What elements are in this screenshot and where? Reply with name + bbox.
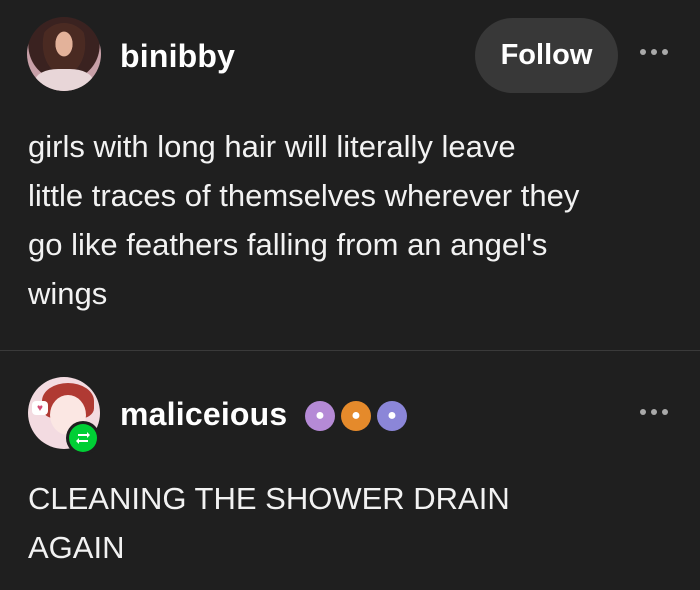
dot bbox=[662, 409, 668, 415]
post-text-line: girls with long hair will literally leav… bbox=[28, 129, 516, 164]
dot bbox=[651, 409, 657, 415]
post-body: girls with long hair will literally leav… bbox=[28, 122, 678, 318]
post-text-line: go like feathers falling from an angel's bbox=[28, 227, 548, 262]
username-binibby[interactable]: binibby bbox=[120, 38, 235, 75]
dot bbox=[640, 409, 646, 415]
post-text-line: little traces of themselves wherever the… bbox=[28, 178, 580, 213]
reblog-badge bbox=[66, 421, 100, 455]
follow-button[interactable]: Follow bbox=[475, 18, 618, 93]
post-text-line: CLEANING THE SHOWER DRAIN bbox=[28, 481, 510, 516]
user-badges: ● ● ● bbox=[305, 401, 407, 431]
paw-badge-icon[interactable]: ● bbox=[377, 401, 407, 431]
dot bbox=[640, 49, 646, 55]
username-maliceious[interactable]: maliceious bbox=[120, 396, 287, 433]
reblog-icon bbox=[69, 424, 97, 452]
post-body: CLEANING THE SHOWER DRAIN AGAIN bbox=[28, 474, 678, 572]
post-text-line: wings bbox=[28, 276, 108, 311]
dot bbox=[651, 49, 657, 55]
more-options-icon[interactable] bbox=[640, 46, 668, 58]
heart-icon: ♥ bbox=[32, 401, 48, 415]
paw-badge-icon[interactable]: ● bbox=[305, 401, 335, 431]
avatar-shirt bbox=[35, 69, 93, 91]
paw-badge-icon[interactable]: ● bbox=[341, 401, 371, 431]
more-options-icon[interactable] bbox=[640, 406, 668, 418]
post-maliceious: ♥ maliceious ● ● ● CLEANING THE SHOWER D… bbox=[0, 350, 700, 590]
dot bbox=[662, 49, 668, 55]
avatar-binibby[interactable] bbox=[27, 17, 101, 91]
post-text-line: AGAIN bbox=[28, 530, 125, 565]
post-binibby: binibby Follow girls with long hair will… bbox=[0, 0, 700, 350]
